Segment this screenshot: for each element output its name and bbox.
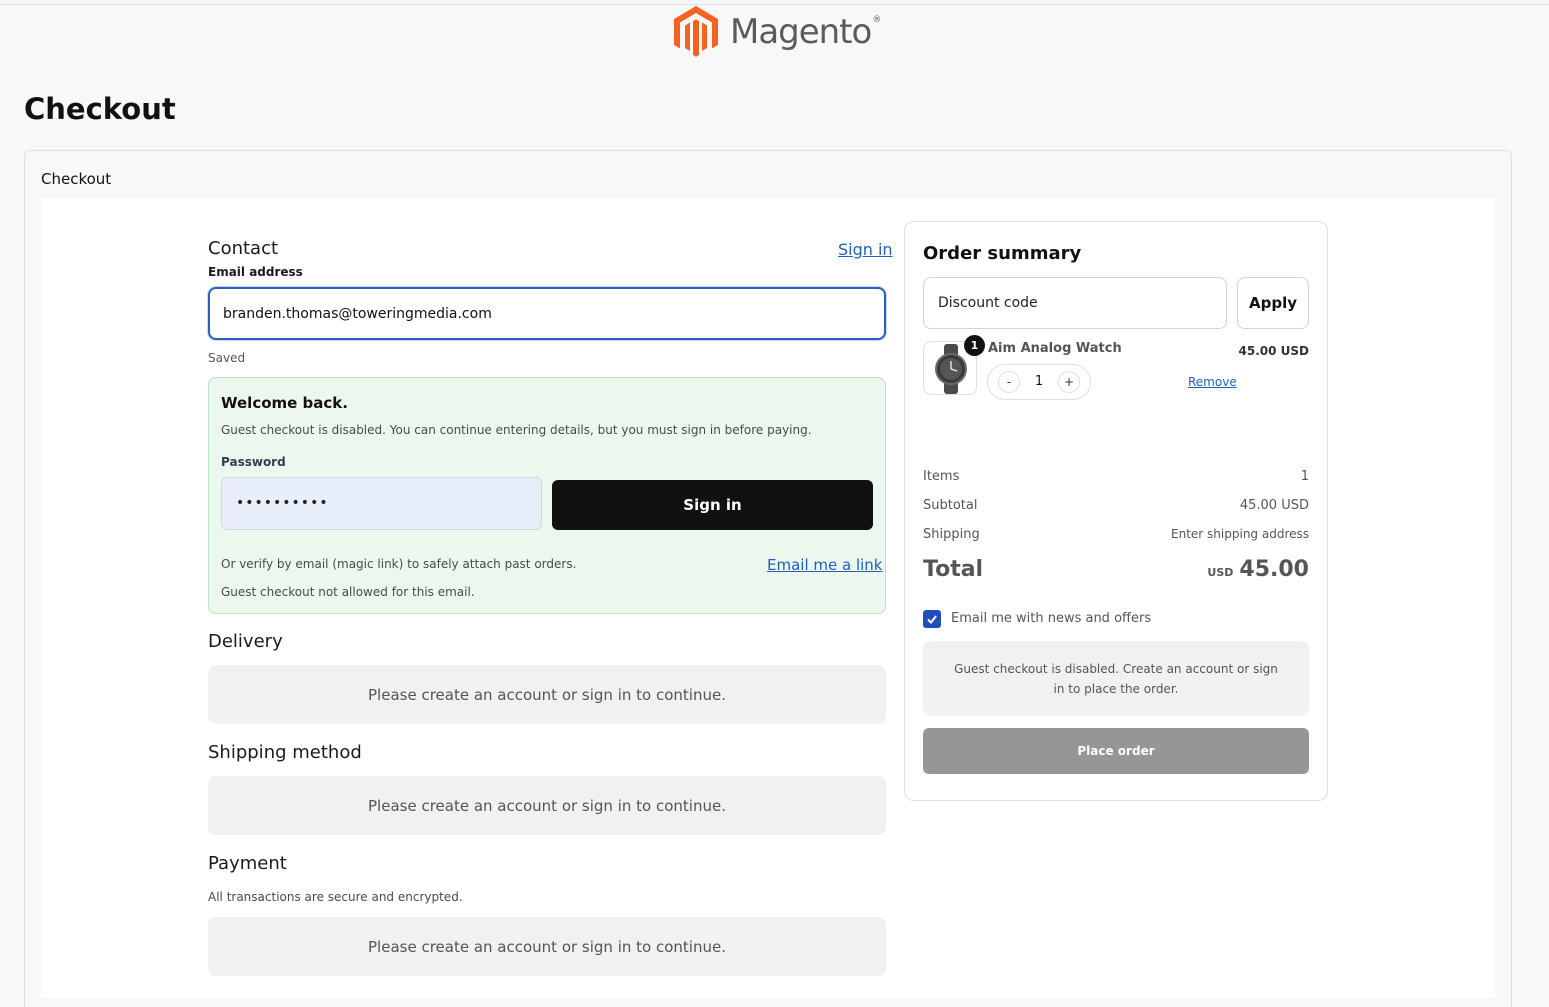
checkout-panel-label: Checkout	[41, 170, 112, 188]
items-label: Items	[923, 469, 960, 484]
newsletter-checkbox[interactable]	[923, 610, 941, 628]
page-title: Checkout	[24, 92, 176, 126]
items-value: 1	[1300, 469, 1309, 484]
apply-discount-button[interactable]: Apply	[1237, 277, 1309, 329]
place-order-button[interactable]: Place order	[923, 728, 1309, 774]
sign-in-link[interactable]: Sign in	[838, 240, 893, 259]
magic-link-text: Or verify by email (magic link) to safel…	[221, 557, 577, 571]
total-currency: USD	[1207, 566, 1234, 579]
subtotal-label: Subtotal	[923, 498, 978, 513]
newsletter-label[interactable]: Email me with news and offers	[951, 611, 1151, 626]
item-quantity-badge: 1	[964, 335, 985, 356]
welcome-message: Guest checkout is disabled. You can cont…	[221, 423, 812, 437]
brand-logo[interactable]: Magento ®	[672, 4, 882, 60]
delivery-title: Delivery	[208, 631, 283, 652]
email-me-link[interactable]: Email me a link	[767, 556, 882, 574]
guest-checkout-disabled-notice: Guest checkout is disabled. Create an ac…	[923, 641, 1309, 716]
shipping-label: Shipping	[923, 527, 980, 542]
total-value: USD 45.00	[1109, 557, 1309, 582]
magento-logo-icon	[674, 6, 718, 57]
shipping-method-notice: Please create an account or sign in to c…	[208, 776, 886, 835]
decrease-quantity-button[interactable]: -	[998, 371, 1020, 393]
total-amount: 45.00	[1239, 557, 1309, 582]
welcome-title: Welcome back.	[221, 394, 348, 412]
payment-notice: Please create an account or sign in to c…	[208, 917, 886, 976]
checkmark-icon	[927, 615, 937, 625]
guest-not-allowed-note: Guest checkout not allowed for this emai…	[221, 585, 475, 599]
quantity-value: 1	[1034, 374, 1044, 389]
payment-title: Payment	[208, 853, 287, 874]
payment-subtitle: All transactions are secure and encrypte…	[208, 890, 463, 904]
shipping-value: Enter shipping address	[1171, 527, 1309, 541]
total-label: Total	[923, 557, 984, 582]
discount-code-input[interactable]	[923, 277, 1227, 329]
password-masked-value: ••••••••••	[236, 495, 329, 511]
increase-quantity-button[interactable]: +	[1058, 371, 1080, 393]
saved-status: Saved	[208, 351, 246, 365]
order-summary-title: Order summary	[923, 243, 1082, 264]
remove-item-link[interactable]: Remove	[1188, 375, 1237, 389]
item-name: Aim Analog Watch	[988, 341, 1122, 356]
password-label: Password	[221, 455, 286, 469]
shipping-method-title: Shipping method	[208, 742, 362, 763]
email-input[interactable]	[208, 287, 886, 340]
contact-title: Contact	[208, 238, 279, 259]
email-label: Email address	[208, 265, 303, 279]
sign-in-button[interactable]: Sign in	[552, 480, 873, 530]
brand-registered-mark: ®	[872, 15, 882, 25]
subtotal-value: 45.00 USD	[1239, 498, 1309, 513]
delivery-notice: Please create an account or sign in to c…	[208, 665, 886, 724]
item-price: 45.00 USD	[1238, 344, 1309, 358]
brand-name: Magento	[730, 12, 872, 52]
